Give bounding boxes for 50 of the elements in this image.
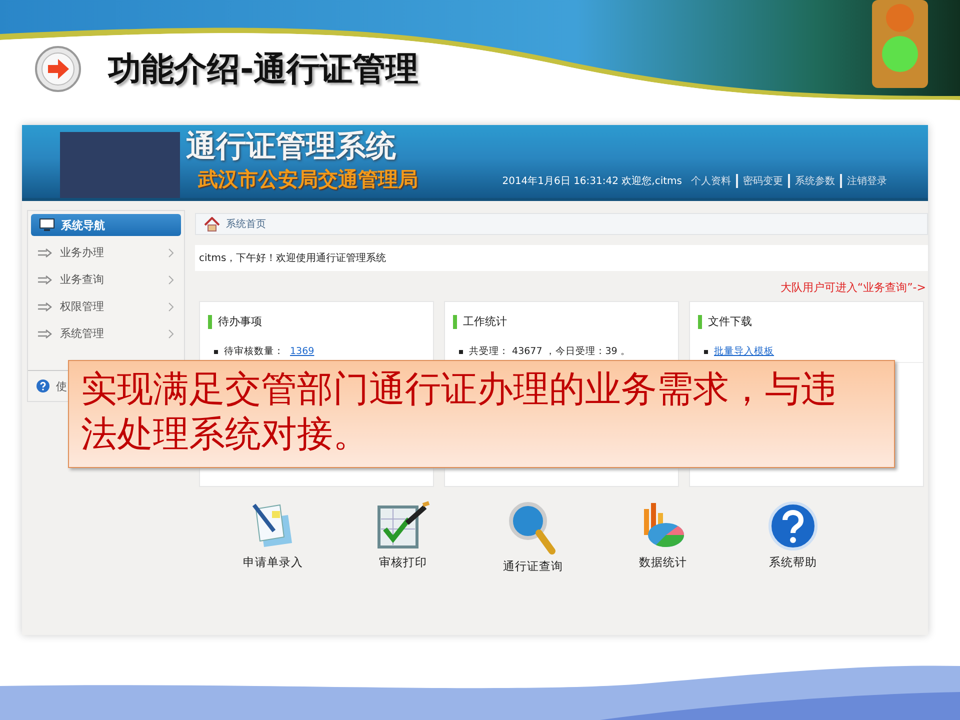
chevron-icon [168, 248, 174, 258]
sidebar-item[interactable]: 业务办理 [28, 239, 184, 266]
header-link[interactable]: 个人资料 [686, 174, 736, 188]
card-title: 待办事项 [218, 314, 262, 329]
home-icon [204, 216, 220, 232]
shortcut-button[interactable]: 数据统计 [629, 501, 697, 574]
checklist-pen-icon [375, 501, 431, 551]
chevron-icon [168, 328, 174, 338]
sidebar-link[interactable]: 使 [56, 378, 67, 394]
bar-icon [208, 314, 212, 328]
item-text: 待审核数量： [224, 345, 284, 358]
header-link[interactable]: 注销登录 [840, 174, 892, 188]
shortcut-button[interactable]: 系统帮助 [759, 501, 827, 574]
shortcut-button[interactable]: 通行证查询 [499, 501, 567, 574]
bar-icon [698, 314, 702, 328]
item-text: 共受理： 43677 ，今日受理：39 。 [469, 345, 630, 358]
slide-title: 功能介绍-通行证管理 [108, 48, 419, 90]
chevron-icon [168, 302, 174, 312]
card-title: 工作统计 [463, 314, 507, 329]
sidebar-item[interactable]: 系统管理 [28, 320, 184, 347]
item-link[interactable]: 1369 [290, 346, 314, 357]
card-title: 文件下载 [708, 314, 752, 329]
callout-text: 实现满足交管部门通行证办理的业务需求，与违法处理系统对接。 [68, 360, 895, 468]
shortcut-button[interactable]: 审核打印 [369, 501, 437, 574]
notice-text: 大队用户可进入“业务查询”-> [780, 280, 926, 295]
greeting-text: citms，下午好！欢迎使用通行证管理系统 [199, 252, 386, 265]
header-link[interactable]: 系统参数 [788, 174, 840, 188]
help-icon [768, 501, 818, 551]
bullet-icon [704, 350, 708, 354]
double-arrow-icon [38, 328, 52, 338]
magnifier-icon [508, 501, 558, 555]
double-arrow-icon [38, 302, 52, 312]
app-subtitle: 武汉市公安局交通管理局 [198, 166, 418, 193]
sidebar-item[interactable]: 业务查询 [28, 266, 184, 293]
bullet-icon [459, 350, 463, 354]
breadcrumb-link[interactable]: 系统首页 [226, 217, 266, 231]
help-icon [36, 379, 50, 393]
chevron-icon [168, 274, 174, 284]
shortcut-button[interactable]: 申请单录入 [239, 501, 307, 574]
app-title: 通行证管理系统 [186, 130, 397, 164]
sidebar-title: 系统导航 [61, 218, 105, 232]
bullet-icon [214, 350, 218, 354]
sidebar-item[interactable]: 权限管理 [28, 293, 184, 320]
monitor-icon [39, 218, 55, 232]
bar-icon [453, 314, 457, 328]
status-text: 2014年1月6日 16:31:42 欢迎您,citms [502, 174, 682, 188]
item-link[interactable]: 批量导入模板 [714, 345, 774, 358]
double-arrow-icon [38, 274, 52, 284]
double-arrow-icon [38, 248, 52, 258]
header-link[interactable]: 密码变更 [736, 174, 788, 188]
